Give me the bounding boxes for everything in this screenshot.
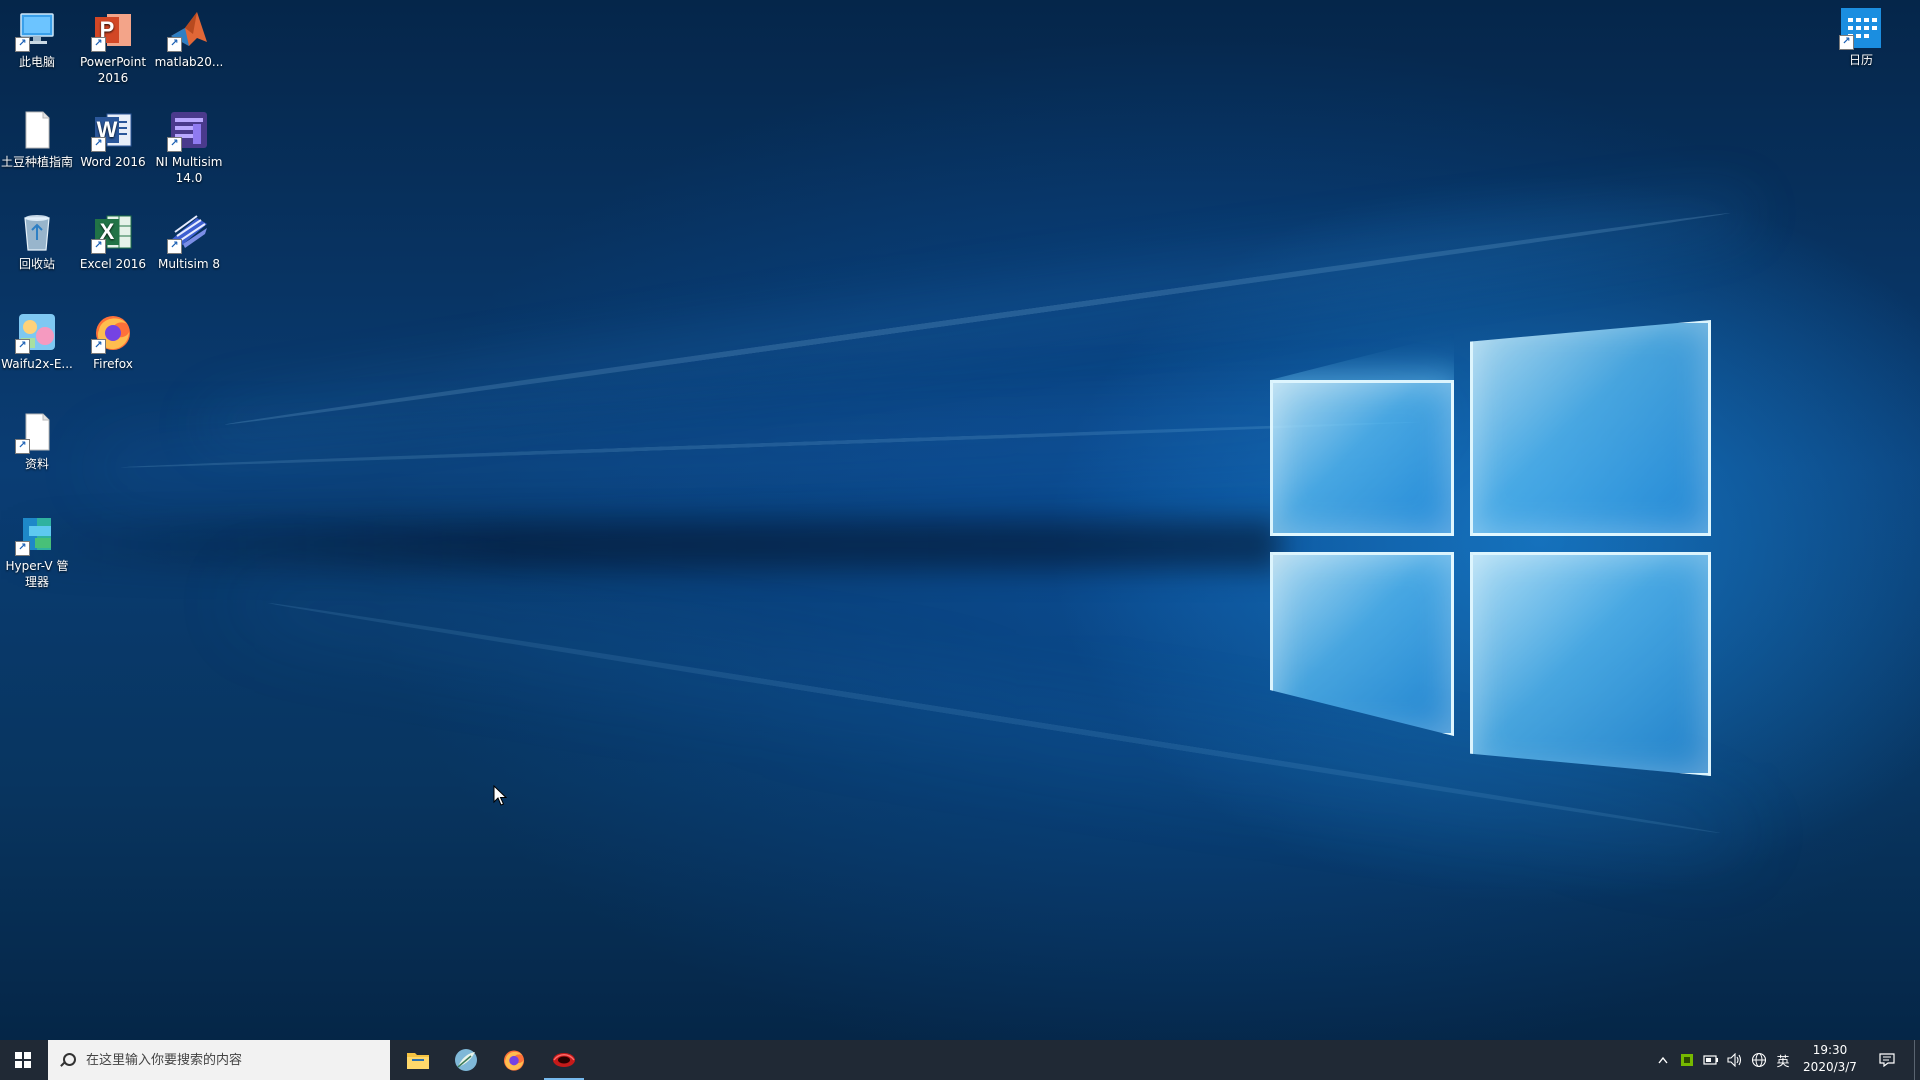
shortcut-arrow-icon: ↗ (91, 339, 106, 354)
desktop-icon-hyperv[interactable]: ↗ Hyper-V 管理器 (0, 512, 74, 590)
desktop-icon-label: 此电脑 (18, 55, 55, 69)
shortcut-arrow-icon: ↗ (167, 37, 182, 52)
windows-logo-wallpaper (1260, 320, 1720, 776)
clock-date: 2020/3/7 (1803, 1060, 1857, 1074)
logo-pane (1270, 380, 1454, 536)
waifu2x-icon: ↗ (15, 310, 59, 354)
firefox-icon: ↗ (91, 310, 135, 354)
start-button[interactable] (0, 1040, 46, 1080)
folder-icon (407, 1053, 429, 1069)
chevron-up-icon (1658, 1056, 1668, 1064)
desktop-icon-calendar[interactable]: ↗ 日历 (1824, 6, 1898, 68)
powerpoint-icon: P ↗ (91, 8, 135, 52)
wallpaper-shadow (0, 520, 1280, 570)
notification-icon (1879, 1053, 1895, 1067)
clock-time: 19:30 (1812, 1043, 1848, 1057)
shortcut-arrow-icon: ↗ (15, 37, 30, 52)
mouse-cursor-icon (493, 785, 507, 806)
desktop-icon-this-pc[interactable]: ↗ 此电脑 (0, 8, 74, 70)
shortcut-arrow-icon: ↗ (15, 439, 30, 454)
taskbar-search-box[interactable] (48, 1040, 390, 1080)
logo-pane (1270, 552, 1454, 736)
search-icon (60, 1053, 76, 1067)
desktop-icon-label: 资料 (24, 457, 49, 471)
multisim-icon: ↗ (167, 108, 211, 152)
search-input[interactable] (84, 1051, 378, 1069)
feather-app-icon (455, 1049, 477, 1071)
desktop-icon-label: Hyper-V 管理器 (5, 559, 69, 589)
taskbar-feather-app[interactable] (442, 1040, 490, 1080)
shortcut-arrow-icon: ↗ (167, 137, 182, 152)
tray-show-hidden-icons[interactable] (1654, 1040, 1672, 1080)
excel-icon: X ↗ (91, 210, 135, 254)
calendar-icon: ↗ (1839, 6, 1883, 50)
tray-network[interactable] (1748, 1040, 1770, 1080)
desktop-icon-label: Word 2016 (80, 155, 146, 169)
shortcut-arrow-icon: ↗ (91, 37, 106, 52)
desktop-icon-label: Firefox (93, 357, 133, 371)
desktop-icon-label: matlab20... (154, 55, 224, 69)
desktop-icon-label: 土豆种植指南 (0, 155, 73, 169)
desktop-icon-firefox[interactable]: ↗ Firefox (76, 310, 150, 372)
tray-nvidia[interactable] (1676, 1040, 1698, 1080)
taskbar-file-explorer[interactable] (394, 1040, 442, 1080)
desktop-icon-recycle-bin[interactable]: 回收站 (0, 210, 74, 272)
shortcut-arrow-icon: ↗ (1839, 35, 1854, 50)
desktop[interactable]: ↗ 此电脑 土豆种植指南 回收站 ↗ Waifu2x-E... ↗ 资料 ↗ H… (0, 0, 1920, 1040)
desktop-icon-excel[interactable]: X ↗ Excel 2016 (76, 210, 150, 272)
desktop-icon-label: 日历 (1848, 53, 1873, 67)
desktop-icon-label: Multisim 8 (157, 257, 221, 271)
desktop-icon-multisim8[interactable]: ↗ Multisim 8 (152, 210, 226, 272)
computer-icon: ↗ (15, 8, 59, 52)
shortcut-arrow-icon: ↗ (15, 339, 30, 354)
show-desktop-button[interactable] (1914, 1040, 1920, 1080)
shortcut-arrow-icon: ↗ (91, 137, 106, 152)
action-center-button[interactable] (1872, 1040, 1902, 1080)
document-icon (15, 108, 59, 152)
desktop-icon-powerpoint[interactable]: P ↗ PowerPoint 2016 (76, 8, 150, 86)
gpu-tray-icon (1681, 1054, 1693, 1066)
desktop-icon-word[interactable]: W ↗ Word 2016 (76, 108, 150, 170)
logo-pane (1470, 552, 1711, 776)
shortcut-arrow-icon: ↗ (91, 239, 106, 254)
desktop-icon-potato-guide[interactable]: 土豆种植指南 (0, 108, 74, 170)
light-beam (120, 420, 1421, 470)
windows-start-icon (15, 1052, 31, 1068)
multisim8-icon: ↗ (167, 210, 211, 254)
tray-battery[interactable] (1700, 1040, 1722, 1080)
taskbar-firefox[interactable] (490, 1040, 538, 1080)
recorder-app-icon (553, 1053, 575, 1067)
tray-clock[interactable]: 19:30 2020/3/7 (1796, 1042, 1864, 1078)
file-icon: ↗ (15, 410, 59, 454)
desktop-icon-label: PowerPoint 2016 (79, 55, 147, 85)
desktop-icon-label: 回收站 (18, 257, 55, 271)
desktop-icon-label: Excel 2016 (79, 257, 147, 271)
tray-input-method[interactable]: 英 (1772, 1040, 1794, 1080)
tray-volume[interactable] (1724, 1040, 1746, 1080)
battery-icon (1703, 1055, 1718, 1065)
taskbar-recorder-app[interactable] (540, 1040, 588, 1080)
word-icon: W ↗ (91, 108, 135, 152)
hyperv-icon: ↗ (15, 512, 59, 556)
shortcut-arrow-icon: ↗ (167, 239, 182, 254)
shortcut-arrow-icon: ↗ (15, 541, 30, 556)
matlab-icon: ↗ (167, 8, 211, 52)
desktop-icon-ni-multisim[interactable]: ↗ NI Multisim 14.0 (152, 108, 226, 186)
desktop-icon-label: Waifu2x-E... (1, 357, 73, 371)
recycle-bin-icon (15, 210, 59, 254)
desktop-icon-matlab[interactable]: ↗ matlab20... (152, 8, 226, 70)
desktop-icon-materials[interactable]: ↗ 资料 (0, 410, 74, 472)
speaker-icon (1727, 1053, 1742, 1067)
desktop-icon-waifu2x[interactable]: ↗ Waifu2x-E... (0, 310, 74, 372)
firefox-icon (503, 1050, 525, 1071)
globe-network-icon (1751, 1052, 1767, 1068)
taskbar: 英 19:30 2020/3/7 (0, 1040, 1920, 1080)
desktop-icon-label: NI Multisim 14.0 (155, 155, 223, 185)
logo-pane (1470, 320, 1711, 536)
